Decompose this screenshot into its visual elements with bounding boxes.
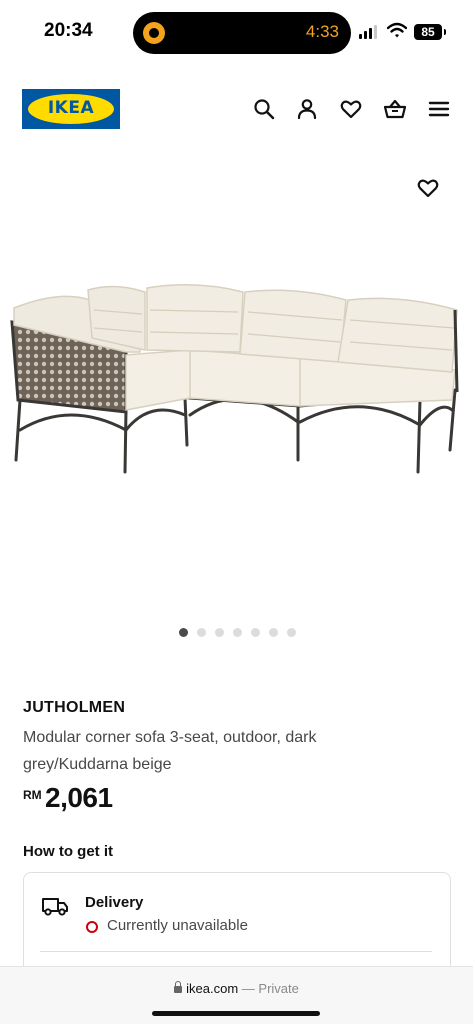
carousel-dot[interactable]: [269, 628, 278, 637]
carousel-dot[interactable]: [233, 628, 242, 637]
truck-icon: [42, 898, 68, 916]
delivery-status: Currently unavailable: [107, 917, 248, 934]
status-time: 20:34: [44, 20, 93, 41]
how-to-get-it-heading: How to get it: [23, 843, 113, 860]
product-description: Modular corner sofa 3-seat, outdoor, dar…: [23, 729, 317, 773]
profile-icon[interactable]: [295, 97, 319, 121]
price-currency: RM: [23, 788, 42, 802]
browser-address-bar[interactable]: ikea.com — Private: [0, 966, 473, 1024]
battery-icon: 85: [414, 24, 446, 40]
wifi-icon: [387, 22, 407, 38]
carousel-dot[interactable]: [287, 628, 296, 637]
menu-icon[interactable]: [427, 97, 451, 121]
url-row[interactable]: ikea.com — Private: [0, 981, 473, 996]
divider: [40, 951, 432, 952]
carousel-dot[interactable]: [251, 628, 260, 637]
carousel-dot[interactable]: [215, 628, 224, 637]
signal-icon: [359, 25, 379, 39]
logo-text: IKEA: [47, 98, 95, 118]
product-name: JUTHOLMEN: [23, 699, 126, 716]
corner-sofa-image[interactable]: [0, 160, 473, 610]
ikea-logo[interactable]: IKEA: [22, 89, 120, 129]
unavailable-status-icon: [86, 921, 98, 933]
site-header: IKEA: [0, 86, 473, 132]
dynamic-island[interactable]: 4:33: [133, 12, 351, 54]
url-separator: —: [241, 981, 255, 996]
heart-icon[interactable]: [339, 97, 363, 121]
carousel-dot[interactable]: [197, 628, 206, 637]
carousel-dot[interactable]: [179, 628, 188, 637]
url-domain: ikea.com: [186, 981, 239, 996]
home-indicator[interactable]: [152, 1011, 320, 1016]
lock-icon: [174, 981, 183, 993]
search-icon[interactable]: [252, 97, 276, 121]
favorite-icon[interactable]: [416, 176, 440, 200]
private-mode-label: Private: [258, 981, 299, 996]
delivery-label: Delivery: [85, 894, 144, 911]
alarm-icon: [143, 22, 165, 44]
status-bar: 20:34 4:33 85: [0, 0, 473, 64]
basket-icon[interactable]: [383, 97, 407, 121]
price-value: 2,061: [45, 782, 113, 813]
timer-text: 4:33: [305, 22, 339, 41]
